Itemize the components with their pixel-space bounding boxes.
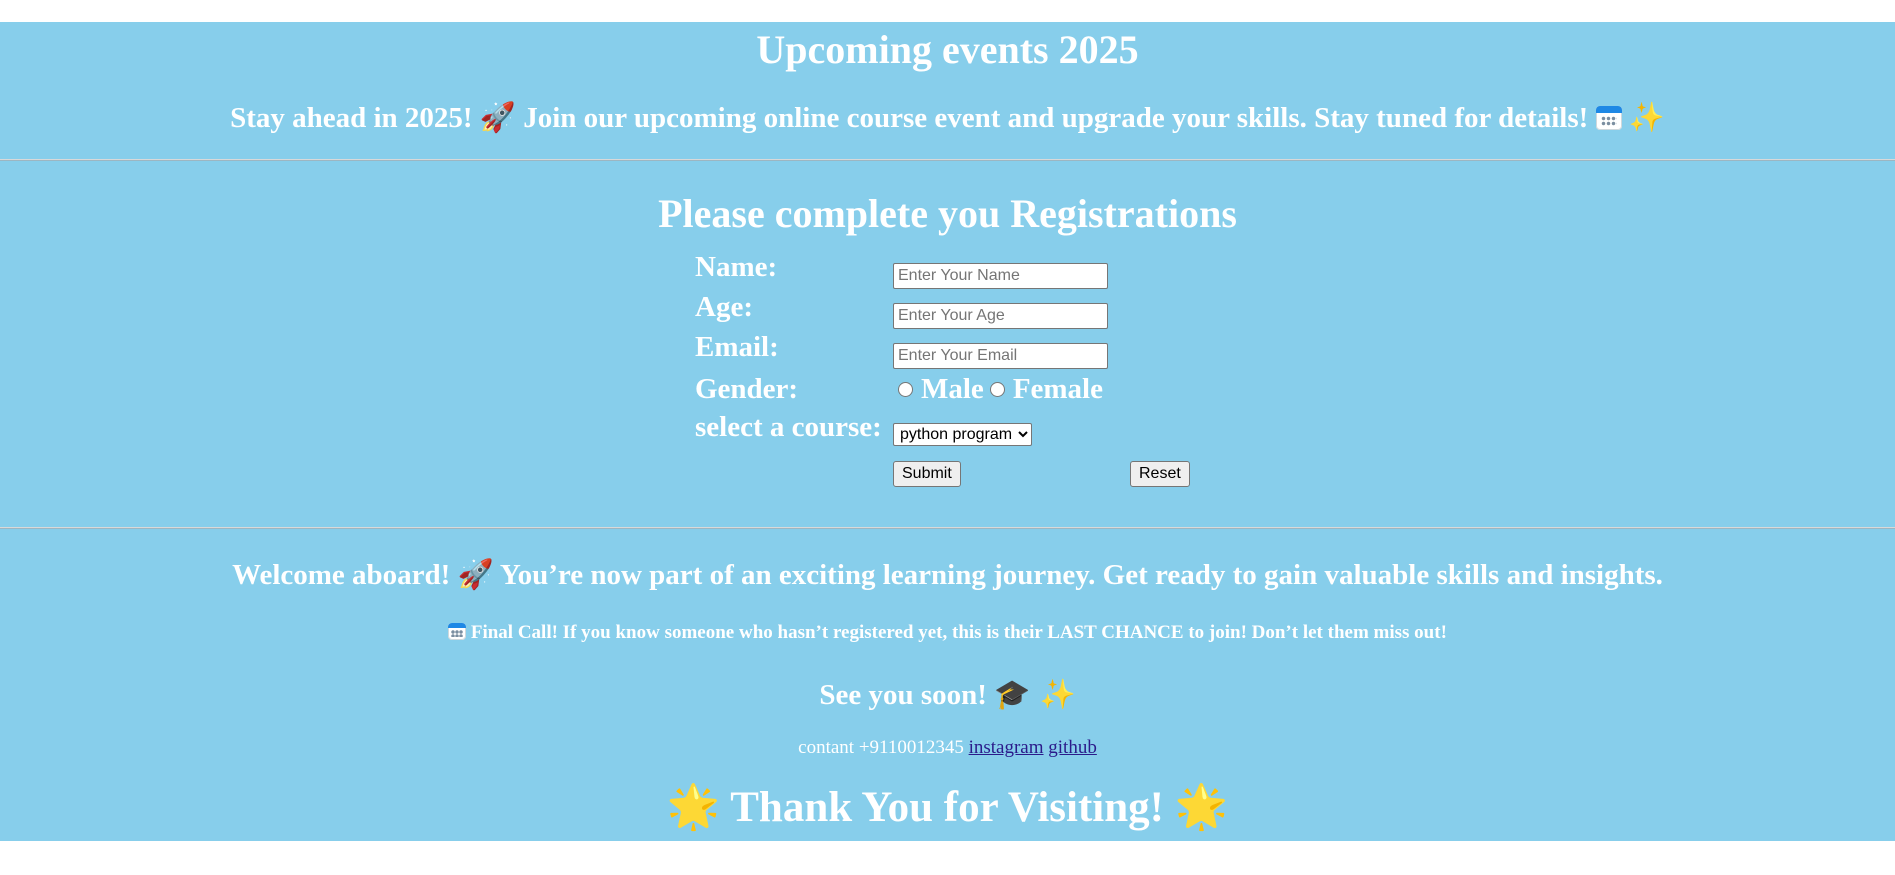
thank-you-text: Thank You for Visiting!: [720, 784, 1175, 831]
see-you-message: See you soon!: [819, 679, 995, 711]
email-input[interactable]: [893, 343, 1108, 369]
instagram-link[interactable]: instagram: [969, 737, 1044, 758]
see-you-text: See you soon! 🎓 ✨: [0, 677, 1895, 712]
form-title: Please complete you Registrations: [658, 191, 1237, 236]
graduation-cap-icon: 🎓: [994, 677, 1031, 711]
name-label: Name:: [695, 251, 778, 283]
contact-line: contant +9110012345 instagram github: [0, 737, 1895, 759]
welcome-text-part-2: You’re now part of an exciting learning …: [493, 559, 1663, 591]
welcome-text-part-1: Welcome aboard!: [232, 559, 458, 591]
thank-you-banner: 🌟 Thank You for Visiting! 🌟: [0, 782, 1895, 832]
buttons-row: Submit Reset: [695, 461, 1215, 501]
name-row: Name:: [695, 251, 1215, 303]
welcome-text: Welcome aboard! 🚀 You’re now part of an …: [0, 557, 1895, 592]
course-select[interactable]: python program: [893, 423, 1032, 446]
intro-text-part-2: Join our upcoming online course event an…: [515, 102, 1596, 134]
age-input[interactable]: [893, 303, 1108, 329]
email-label: Email:: [695, 331, 779, 363]
submit-button[interactable]: Submit: [893, 461, 961, 487]
course-row: select a course: python program: [695, 411, 1215, 461]
age-label: Age:: [695, 291, 753, 323]
gender-female-label: Female: [1012, 373, 1103, 405]
github-link[interactable]: github: [1048, 737, 1097, 758]
name-input[interactable]: [893, 263, 1108, 289]
intro-text-part-1: Stay ahead in 2025!: [230, 102, 480, 134]
gender-female-radio[interactable]: [989, 382, 1005, 397]
calendar-icon: [1595, 106, 1622, 130]
course-label: select a course:: [695, 411, 882, 443]
intro-text: Stay ahead in 2025! 🚀 Join our upcoming …: [0, 100, 1895, 135]
final-call-text: Final Call! If you know someone who hasn…: [0, 622, 1895, 644]
sparkles-icon: ✨: [1030, 677, 1076, 711]
rocket-icon: 🚀: [457, 557, 494, 591]
gender-label: Gender:: [695, 373, 799, 405]
gender-male-radio[interactable]: [898, 382, 913, 397]
contact-text: contant +9110012345: [798, 737, 969, 758]
calendar-icon: [448, 623, 467, 640]
sparkles-icon: ✨: [1628, 100, 1665, 134]
divider-bottom: [0, 527, 1895, 529]
reset-button[interactable]: Reset: [1130, 461, 1190, 487]
divider-top: [0, 159, 1895, 161]
glowing-star-icon: 🌟: [1174, 782, 1229, 832]
final-call-message: Final Call! If you know someone who hasn…: [466, 622, 1447, 643]
rocket-icon: 🚀: [479, 100, 516, 134]
gender-male-label: Male: [921, 373, 984, 405]
page-container: Upcoming events 2025 Stay ahead in 2025!…: [0, 22, 1895, 841]
page-title: Upcoming events 2025: [756, 27, 1139, 72]
glowing-star-icon: 🌟: [666, 782, 721, 832]
